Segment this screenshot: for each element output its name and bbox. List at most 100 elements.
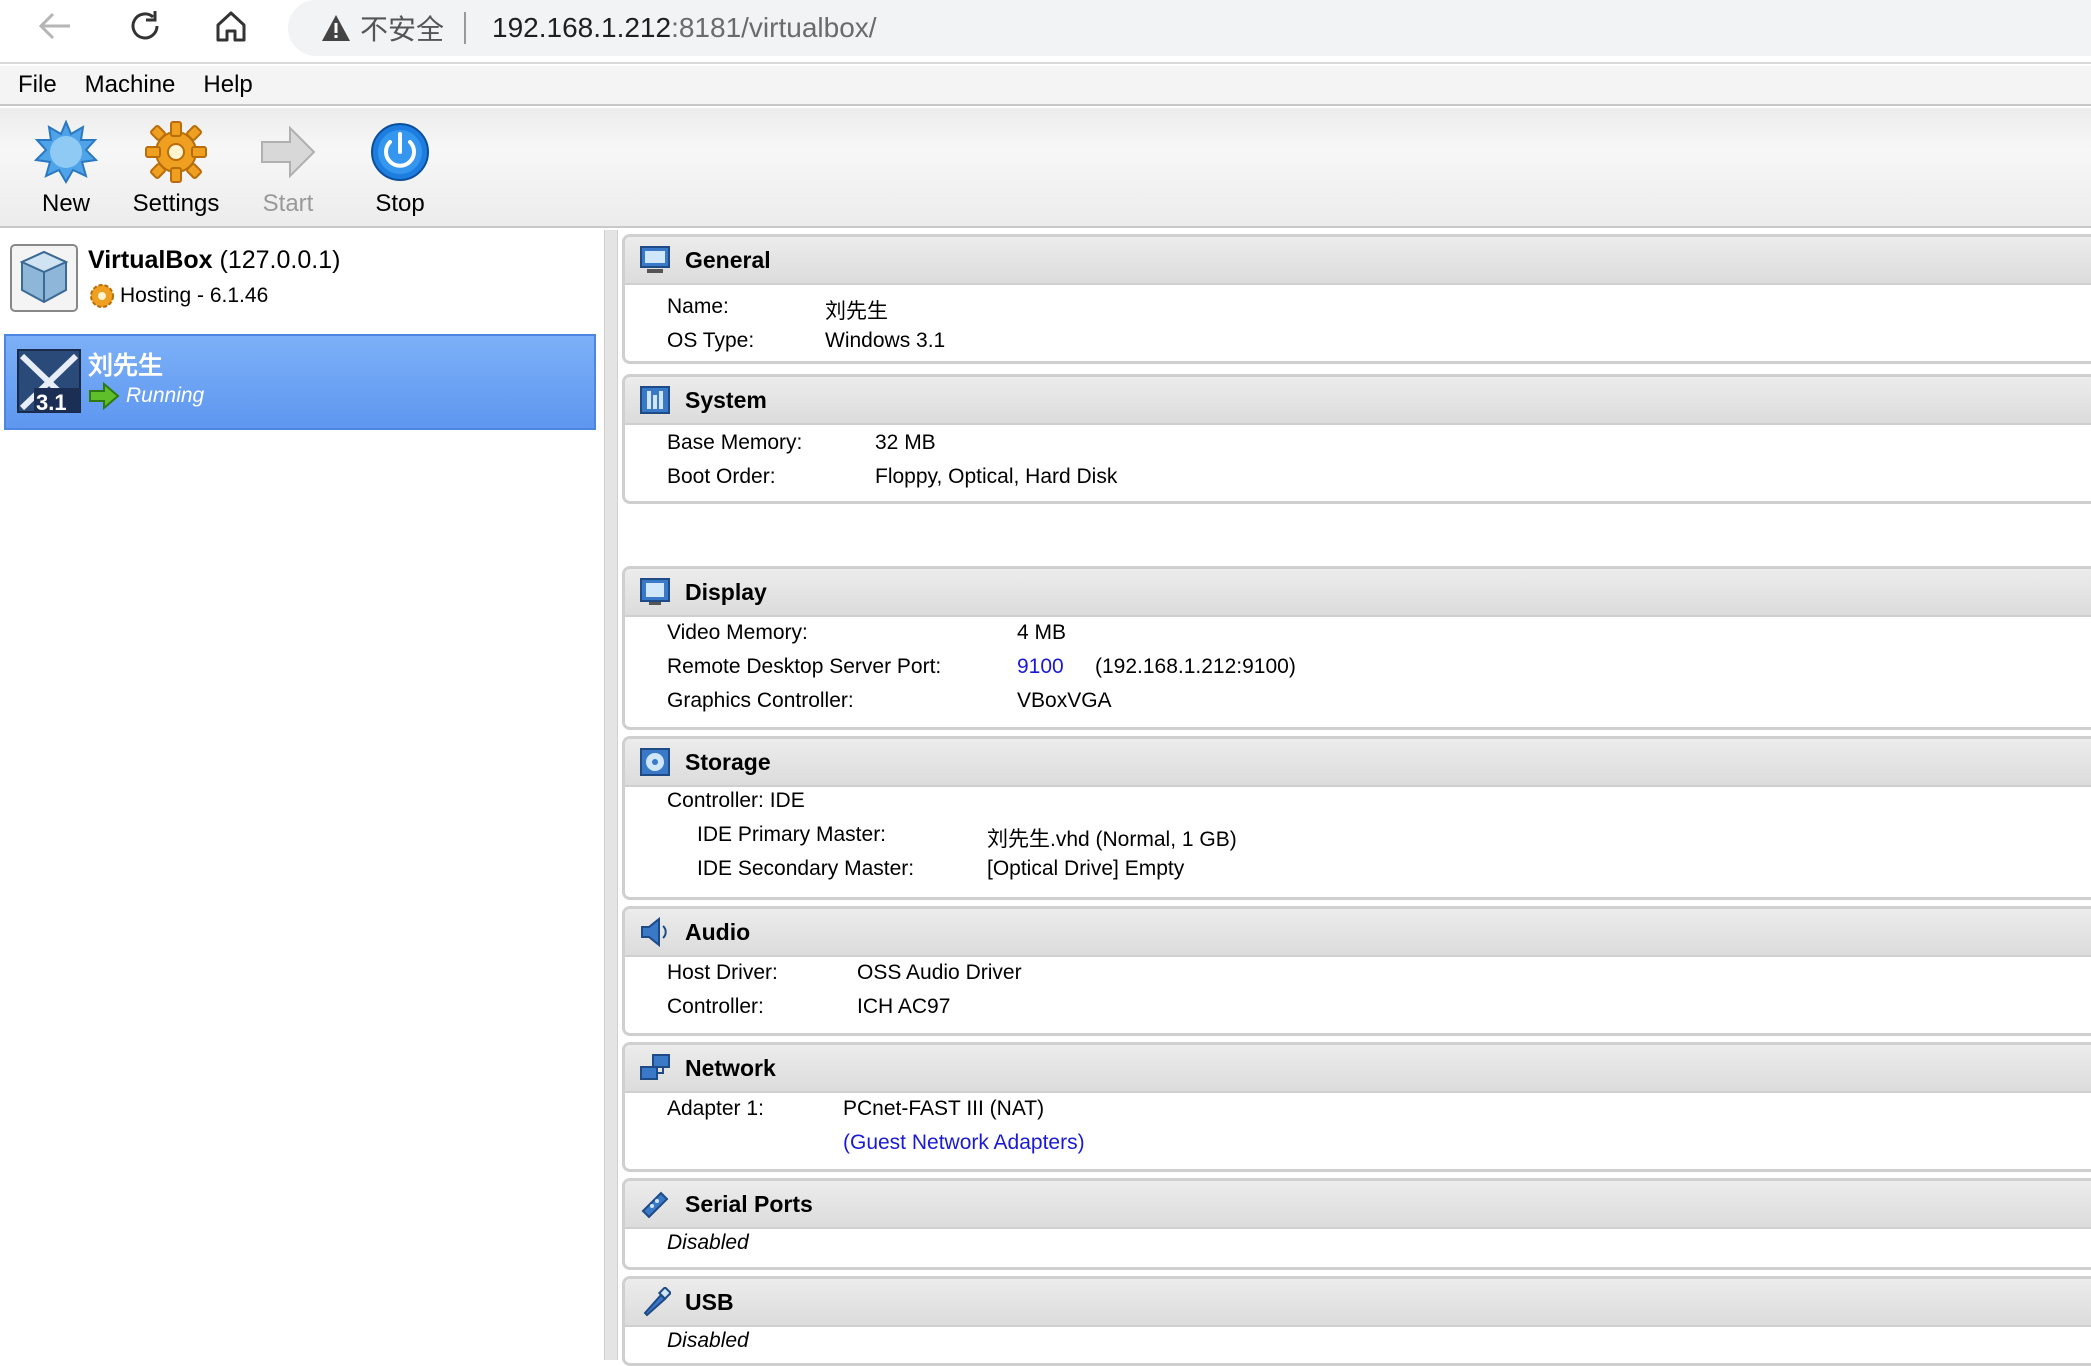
name-value: 刘先生 — [825, 300, 888, 323]
settings-button[interactable]: Settings — [126, 120, 226, 218]
toolbar: New Settings Start Stop — [0, 108, 2091, 228]
display-icon — [640, 578, 670, 605]
security-label: 不安全 — [360, 14, 445, 45]
section-audio-header[interactable]: Audio — [625, 909, 2091, 957]
section-serial-title: Serial Ports — [685, 1190, 813, 1217]
ide-primary-label: IDE Primary Master: — [697, 823, 887, 846]
section-serial-ports: Serial Ports Disabled — [622, 1178, 2091, 1270]
section-audio-title: Audio — [685, 918, 751, 945]
adapter1-label: Adapter 1: — [667, 1097, 764, 1120]
menu-machine[interactable]: Machine — [85, 71, 176, 99]
name-label: Name: — [667, 295, 729, 318]
start-arrow-icon — [261, 125, 316, 179]
section-storage-header[interactable]: Storage — [625, 739, 2091, 787]
reload-button[interactable] — [120, 0, 170, 52]
address-bar[interactable]: 不安全 192.168.1.212:8181/virtualbox/ — [288, 0, 2091, 56]
network-icon — [640, 1054, 670, 1080]
ide-primary-value: 刘先生.vhd (Normal, 1 GB) — [987, 828, 1237, 851]
section-network-header[interactable]: Network — [625, 1045, 2091, 1093]
ide-secondary-label: IDE Secondary Master: — [697, 857, 915, 880]
vm-list: VirtualBox (127.0.0.1) Hosting - 6.1.46 … — [0, 230, 604, 1360]
section-display-title: Display — [685, 578, 767, 605]
new-label: New — [41, 190, 90, 217]
adapter1-value: PCnet-FAST III (NAT) — [843, 1097, 1045, 1120]
section-general: General Name: 刘先生 OS Type: Windows 3.1 — [622, 234, 2091, 364]
running-arrow-icon — [89, 382, 120, 410]
settings-label: Settings — [132, 190, 220, 217]
section-storage-title: Storage — [685, 748, 771, 775]
rdp-address: (192.168.1.212:9100) — [1095, 655, 1296, 678]
serial-port-icon — [641, 1191, 669, 1219]
panel-splitter[interactable] — [604, 230, 618, 1360]
host-status-text: Hosting - 6.1.46 — [120, 284, 269, 307]
graphics-controller-value: VBoxVGA — [1017, 689, 1112, 712]
small-gear-icon — [90, 284, 114, 308]
section-general-title: General — [685, 246, 771, 273]
section-usb-title: USB — [685, 1288, 734, 1315]
virtualbox-cube-icon — [10, 244, 78, 312]
serial-ports-value: Disabled — [667, 1231, 749, 1254]
rdp-port-link[interactable]: 9100 — [1017, 655, 1064, 679]
stop-button[interactable]: Stop — [350, 120, 450, 218]
section-network: Network Adapter 1: PCnet-FAST III (NAT) … — [622, 1042, 2091, 1172]
section-system-title: System — [685, 386, 767, 413]
menu-file[interactable]: File — [18, 71, 57, 99]
section-system: System Base Memory: 32 MB Boot Order: Fl… — [622, 374, 2091, 504]
details-panel: General Name: 刘先生 OS Type: Windows 3.1 S… — [618, 230, 2091, 1366]
storage-controller: Controller: IDE — [667, 789, 805, 812]
os-type-label: OS Type: — [667, 329, 755, 352]
boot-order-value: Floppy, Optical, Hard Disk — [875, 465, 1118, 488]
home-icon — [216, 11, 246, 42]
omnibox-divider — [464, 12, 467, 44]
back-button[interactable] — [30, 0, 80, 52]
section-general-header[interactable]: General — [625, 237, 2091, 285]
section-system-header[interactable]: System — [625, 377, 2091, 425]
section-display-header[interactable]: Display — [625, 569, 2091, 617]
ide-secondary-value: [Optical Drive] Empty — [987, 857, 1185, 880]
chip-icon — [640, 386, 670, 414]
vm-list-item-selected[interactable]: 3.1 刘先生 Running — [4, 334, 596, 430]
section-audio: Audio Host Driver: OSS Audio Driver Cont… — [622, 906, 2091, 1036]
menu-bar: File Machine Help — [0, 66, 2091, 106]
section-usb-header[interactable]: USB — [625, 1279, 2091, 1327]
boot-order-label: Boot Order: — [667, 465, 776, 488]
new-button[interactable]: New — [16, 120, 116, 218]
usb-icon — [643, 1287, 671, 1317]
back-arrow-icon — [38, 12, 70, 40]
section-network-title: Network — [685, 1054, 776, 1081]
host-address: (127.0.0.1) — [212, 246, 341, 274]
guest-network-adapters-link[interactable]: (Guest Network Adapters) — [843, 1131, 1085, 1155]
usb-value: Disabled — [667, 1329, 749, 1352]
video-memory-value: 4 MB — [1017, 621, 1067, 644]
reload-icon — [131, 11, 159, 40]
start-button[interactable]: Start — [238, 120, 338, 218]
rdp-port-label: Remote Desktop Server Port: — [667, 655, 942, 678]
new-starburst-icon — [34, 120, 98, 184]
vm-name: 刘先生 — [88, 352, 164, 380]
os-version-badge: 3.1 — [36, 390, 67, 415]
stop-label: Stop — [375, 190, 425, 217]
os-type-value: Windows 3.1 — [825, 329, 946, 352]
vm-state-text: Running — [126, 384, 205, 407]
host-entry[interactable]: VirtualBox (127.0.0.1) Hosting - 6.1.46 — [10, 242, 590, 318]
base-memory-value: 32 MB — [875, 431, 936, 454]
base-memory-label: Base Memory: — [667, 431, 803, 454]
host-driver-value: OSS Audio Driver — [857, 961, 1022, 984]
host-status: Hosting - 6.1.46 — [88, 282, 268, 310]
storage-disk-icon — [640, 748, 670, 776]
url-path: :8181/virtualbox/ — [671, 12, 877, 43]
menu-help[interactable]: Help — [203, 71, 252, 99]
browser-toolbar: 不安全 192.168.1.212:8181/virtualbox/ — [0, 0, 2091, 64]
section-display: Display Video Memory: 4 MB Remote Deskto… — [622, 566, 2091, 730]
speaker-icon — [641, 917, 667, 947]
section-serial-header[interactable]: Serial Ports — [625, 1181, 2091, 1229]
power-icon — [371, 123, 429, 181]
home-button[interactable] — [206, 0, 256, 52]
start-label: Start — [262, 190, 314, 217]
audio-controller-value: ICH AC97 — [857, 995, 951, 1018]
vm-state: Running — [88, 382, 204, 410]
gear-icon — [145, 121, 207, 183]
host-title: VirtualBox — [88, 246, 213, 274]
monitor-icon — [640, 246, 670, 273]
graphics-controller-label: Graphics Controller: — [667, 689, 854, 712]
